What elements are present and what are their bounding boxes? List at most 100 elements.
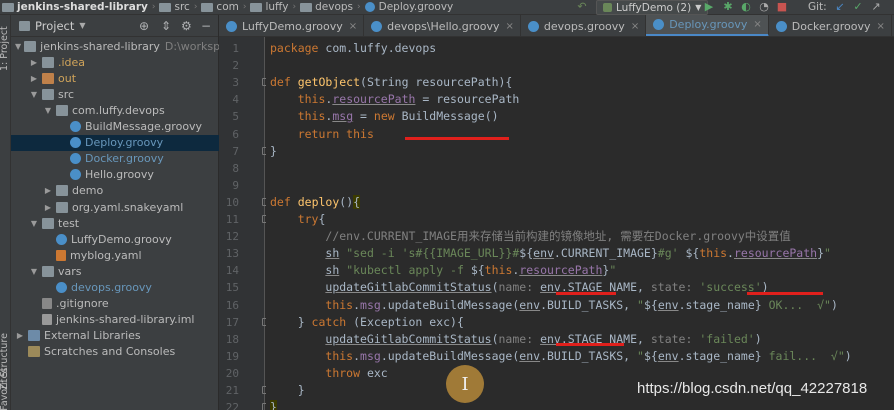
tree-item[interactable]: Hello.groovy xyxy=(11,167,219,183)
editor-tab[interactable]: LuffyDemo.groovy × xyxy=(219,15,365,36)
code-line[interactable]: throw exc xyxy=(270,365,387,382)
tree-item[interactable]: devops.groovy xyxy=(11,280,219,296)
tree-item[interactable]: ▼ jenkins-shared-library D:\workspace\ju xyxy=(11,38,253,54)
pkg-icon xyxy=(56,185,68,197)
code-line[interactable]: try{ xyxy=(270,211,326,228)
tree-item[interactable]: .gitignore xyxy=(11,296,219,312)
stop-icon[interactable]: ■ xyxy=(776,1,788,13)
code-line[interactable]: this.msg = new BuildMessage() xyxy=(270,108,499,125)
locate-icon[interactable]: ⊕ xyxy=(139,19,149,33)
chevron-right-icon: › xyxy=(151,2,156,12)
code-line[interactable]: this.resourcePath = resourcePath xyxy=(270,91,520,108)
project-panel: Project ▼ ⊕ ⇕ ⚙ − ▼ jenkins-shared-librar… xyxy=(11,15,253,410)
code-line[interactable]: def deploy(){ xyxy=(270,194,361,211)
tree-item[interactable]: jenkins-shared-library.iml xyxy=(11,312,219,328)
tree-item[interactable]: Deploy.groovy xyxy=(11,134,219,151)
vcs-update-icon[interactable]: ↙ xyxy=(834,1,846,13)
tree-item[interactable]: ▼ test xyxy=(11,215,219,231)
code-line[interactable]: //env.CURRENT_IMAGE用来存储当前构建的镜像地址, 需要在Doc… xyxy=(270,228,790,245)
editor-tab[interactable]: Deploy.groovy × xyxy=(646,15,769,36)
tree-item-label: Hello.groovy xyxy=(85,168,154,182)
chevron-down-icon[interactable]: ▼ xyxy=(29,219,39,228)
editor-tab[interactable]: devops\Hello.groovy × xyxy=(364,15,521,36)
line-number: 18 xyxy=(225,332,239,346)
tree-item[interactable]: ▼ src xyxy=(11,86,219,102)
code-line[interactable]: } catch (Exception exc){ xyxy=(270,314,464,331)
editor-tab[interactable]: devops.groovy × xyxy=(521,15,647,36)
code-line[interactable]: sh "sed -i 's#{{IMAGE_URL}}#${env.CURREN… xyxy=(270,245,831,262)
back-arrow-icon[interactable]: ↶ xyxy=(576,1,588,13)
chevron-down-icon[interactable]: ▼ xyxy=(43,106,53,115)
code-line[interactable]: updateGitlabCommitStatus(name: env.STAGE… xyxy=(270,331,761,348)
debug-icon[interactable]: ✱ xyxy=(722,1,734,13)
gear-icon[interactable]: ⚙ xyxy=(181,19,192,33)
breadcrumb-luffy[interactable]: luffy xyxy=(248,1,290,13)
tree-item-label: jenkins-shared-library.iml xyxy=(56,313,195,327)
tree-item-label: .gitignore xyxy=(56,297,109,311)
chevron-right-icon: › xyxy=(357,2,361,12)
code-editor[interactable]: package com.luffy.devops def getObject(St… xyxy=(266,37,894,410)
chevron-down-icon[interactable]: ▼ xyxy=(79,21,85,30)
code-line[interactable]: package com.luffy.devops xyxy=(270,40,436,57)
tree-item[interactable]: ▶ External Libraries xyxy=(11,328,219,344)
code-line[interactable]: } xyxy=(270,399,277,410)
tree-item[interactable]: LuffyDemo.groovy xyxy=(11,231,219,247)
breadcrumb-src[interactable]: src xyxy=(157,1,191,13)
close-icon[interactable]: × xyxy=(877,21,885,32)
tree-item[interactable]: ▶ org.yaml.snakeyaml xyxy=(11,199,219,215)
tree-item[interactable]: ▼ com.luffy.devops xyxy=(11,102,219,118)
line-number: 11 xyxy=(225,213,239,226)
project-tool-button[interactable]: 1: Project xyxy=(0,26,10,71)
tree-item-label: External Libraries xyxy=(44,329,141,343)
tree-item[interactable]: ▼ vars xyxy=(11,263,219,279)
code-line[interactable]: this.msg.updateBuildMessage(env.BUILD_TA… xyxy=(270,348,851,365)
editor-tab[interactable]: Docker.groovy × xyxy=(769,15,892,36)
chevron-right-icon[interactable]: ▶ xyxy=(29,58,39,67)
breadcrumb-file[interactable]: Deploy.groovy xyxy=(363,1,456,13)
project-panel-title[interactable]: Project xyxy=(35,19,74,33)
tree-item[interactable]: ▶ out xyxy=(11,70,219,86)
chevron-down-icon[interactable]: ▼ xyxy=(29,90,39,99)
tree-item[interactable]: ▶ .idea xyxy=(11,54,219,70)
watermark: https://blog.csdn.net/qq_42227818 xyxy=(637,380,868,397)
breadcrumb-devops[interactable]: devops xyxy=(298,1,355,13)
code-line[interactable]: } xyxy=(270,143,277,160)
coverage-icon[interactable]: ◐ xyxy=(740,1,752,13)
hide-icon[interactable]: − xyxy=(201,19,211,33)
close-icon[interactable]: × xyxy=(753,19,761,30)
close-icon[interactable]: × xyxy=(631,21,639,32)
tree-item[interactable]: ▶ demo xyxy=(11,183,219,199)
chevron-down-icon[interactable]: ▼ xyxy=(15,42,21,51)
tree-item[interactable]: Docker.groovy xyxy=(11,151,219,167)
close-icon[interactable]: × xyxy=(349,21,357,32)
run-configuration-select[interactable]: LuffyDemo (2) ▼ xyxy=(596,0,709,15)
favorites-tool-button[interactable]: 2: Favorites xyxy=(0,368,10,410)
vcs-commit-icon[interactable]: ✓ xyxy=(852,1,864,13)
run-icon[interactable]: ▶ xyxy=(703,1,715,13)
vcs-history-icon[interactable]: ↗ xyxy=(870,1,882,13)
code-line[interactable]: this.msg.updateBuildMessage(env.BUILD_TA… xyxy=(270,297,837,314)
code-line[interactable]: } xyxy=(270,382,305,399)
tab-label: devops\Hello.groovy xyxy=(387,19,500,33)
mouse-cursor-indicator: I xyxy=(446,365,484,403)
tree-item[interactable]: myblog.yaml xyxy=(11,247,219,263)
close-icon[interactable]: × xyxy=(505,21,513,32)
groovy-file-icon xyxy=(653,19,665,30)
chevron-right-icon[interactable]: ▶ xyxy=(43,186,53,195)
groovy-icon xyxy=(70,153,81,165)
tree-item[interactable]: Scratches and Consoles xyxy=(11,344,219,360)
tree-item[interactable]: BuildMessage.groovy xyxy=(11,119,219,135)
groovy-icon xyxy=(70,121,81,132)
breadcrumb-project[interactable]: jenkins-shared-library xyxy=(0,1,150,13)
chevron-right-icon[interactable]: ▶ xyxy=(29,74,39,83)
breadcrumb-com[interactable]: com xyxy=(199,1,240,13)
profile-icon[interactable]: ◔ xyxy=(758,1,770,13)
code-line[interactable]: def getObject(String resourcePath){ xyxy=(270,74,512,91)
code-line[interactable]: return this xyxy=(270,126,374,143)
collapse-all-icon[interactable]: ⇕ xyxy=(161,19,171,33)
chevron-right-icon[interactable]: ▶ xyxy=(43,203,53,212)
code-line[interactable]: sh "kubectl apply -f ${this.resourcePath… xyxy=(270,262,616,279)
chevron-right-icon[interactable]: ▶ xyxy=(15,331,25,340)
chevron-down-icon[interactable]: ▼ xyxy=(29,267,39,276)
code-line[interactable]: updateGitlabCommitStatus(name: env.STAGE… xyxy=(270,279,768,296)
